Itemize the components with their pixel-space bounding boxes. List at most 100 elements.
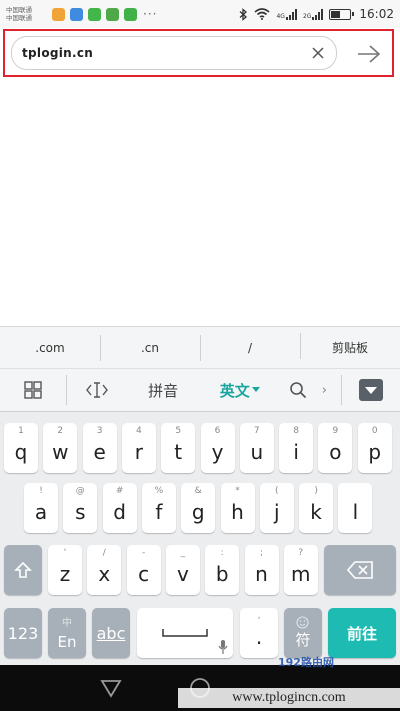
- key-n[interactable]: ; n: [244, 545, 279, 595]
- key-hint: 0: [371, 426, 378, 436]
- bluetooth-icon: [240, 7, 248, 21]
- key-hint: #: [115, 486, 124, 496]
- key-hint: 1: [18, 426, 24, 436]
- key-hint: _: [180, 548, 186, 558]
- key-q[interactable]: 1q: [4, 423, 38, 473]
- language-chinese-label: 中: [61, 618, 72, 629]
- key-label: s: [75, 500, 86, 524]
- key-hint: 3: [96, 426, 103, 436]
- key-i[interactable]: 8i: [279, 423, 314, 473]
- key-v[interactable]: _ v: [165, 545, 200, 595]
- go-key[interactable]: 前往: [328, 608, 396, 658]
- key-label: n: [255, 562, 268, 586]
- key-label: o: [329, 440, 342, 464]
- language-english-label: En: [57, 633, 77, 651]
- key-hint: ;: [259, 548, 264, 558]
- key-h[interactable]: * h: [220, 483, 255, 533]
- key-hint: 2: [57, 426, 64, 436]
- period-key[interactable]: ,.: [240, 608, 278, 658]
- key-e[interactable]: 3e: [82, 423, 117, 473]
- key-hint: ,: [257, 611, 261, 621]
- key-label: k: [310, 500, 322, 524]
- key-label: m: [291, 562, 311, 586]
- key-hint: 5: [175, 426, 182, 436]
- suggestion-slash[interactable]: /: [200, 334, 300, 361]
- key-hint: ): [314, 486, 318, 496]
- more-options-chevron-icon[interactable]: ›: [315, 368, 333, 412]
- signal-4g-label: 4G: [276, 12, 285, 20]
- key-g[interactable]: & g: [181, 483, 216, 533]
- key-hint: -: [141, 548, 146, 558]
- key-w[interactable]: 2w: [43, 423, 78, 473]
- key-hint: &: [194, 486, 202, 496]
- english-mode-button[interactable]: 英文: [200, 368, 280, 412]
- key-y[interactable]: 6y: [200, 423, 235, 473]
- key-hint: 9: [332, 426, 339, 436]
- keyboard-toolbar: 拼音 英文 ›: [0, 368, 400, 412]
- hide-keyboard-button[interactable]: [342, 368, 400, 412]
- url-input[interactable]: tplogin.cn: [11, 36, 337, 70]
- grid-icon: [24, 381, 42, 399]
- watermark-url: www.tplogincn.com: [178, 688, 400, 708]
- backspace-icon: [347, 561, 373, 579]
- key-label: .: [255, 625, 263, 649]
- key-hint: 6: [214, 426, 221, 436]
- suggestion-dotcom[interactable]: .com: [0, 341, 100, 355]
- back-triangle-icon: [100, 680, 122, 698]
- cursor-button[interactable]: [67, 368, 127, 412]
- browser-screen: 中国联通 中国联通 ··· 4G 2G 16:02 tplogin.cn .co…: [0, 0, 400, 711]
- space-key[interactable]: [137, 608, 233, 658]
- key-f[interactable]: % f: [141, 483, 176, 533]
- key-m[interactable]: ? m: [283, 545, 318, 595]
- key-label: g: [191, 500, 205, 524]
- soft-keyboard: .com .cn / 剪贴板 拼音 英文 › 1 q 2 w 3 e 4 r 5…: [0, 326, 400, 665]
- search-button[interactable]: [280, 368, 316, 412]
- key-z[interactable]: ' z: [48, 545, 82, 595]
- shift-icon: [14, 561, 32, 578]
- language-switch-key[interactable]: 中 En: [48, 608, 86, 658]
- pinyin-mode-button[interactable]: 拼音: [126, 368, 200, 412]
- key-u[interactable]: 7u: [239, 423, 274, 473]
- backspace-key[interactable]: [324, 545, 396, 595]
- hide-keyboard-icon: [359, 379, 384, 401]
- key-t[interactable]: 5t: [161, 423, 196, 473]
- key-s[interactable]: @ s: [63, 483, 98, 533]
- key-d[interactable]: # d: [102, 483, 137, 533]
- key-hint: :: [220, 548, 224, 558]
- key-label: r: [134, 440, 143, 464]
- symbols-key[interactable]: 符: [284, 608, 322, 658]
- key-label: i: [293, 440, 299, 464]
- key-b[interactable]: :b: [205, 545, 240, 595]
- suggestion-bar: .com .cn / 剪贴板: [0, 326, 400, 368]
- shift-key[interactable]: [4, 545, 42, 595]
- suggestion-dotcn[interactable]: .cn: [100, 334, 200, 361]
- key-a[interactable]: ! a: [24, 483, 58, 533]
- key-label: x: [98, 562, 111, 586]
- go-button[interactable]: [356, 42, 382, 66]
- key-l[interactable]: l: [338, 483, 373, 533]
- key-j[interactable]: (j: [259, 483, 294, 533]
- clear-url-button[interactable]: [308, 43, 328, 63]
- key-c[interactable]: -c: [126, 545, 161, 595]
- key-label: z: [59, 562, 71, 586]
- key-o[interactable]: 9o: [318, 423, 353, 473]
- numbers-key[interactable]: 123: [4, 608, 42, 658]
- key-k[interactable]: ) k: [299, 483, 334, 533]
- key-label: l: [352, 500, 359, 524]
- grid-menu-button[interactable]: [0, 368, 66, 412]
- signal-2g-label: 2G: [302, 12, 312, 20]
- key-x[interactable]: / x: [87, 545, 122, 595]
- key-r[interactable]: 4r: [121, 423, 156, 473]
- key-label: a: [34, 500, 48, 524]
- back-nav-button[interactable]: [98, 675, 124, 701]
- key-hint: @: [75, 486, 85, 496]
- key-hint: %: [154, 486, 164, 496]
- key-hint: /: [102, 548, 106, 558]
- app-notification-icon: [124, 7, 137, 21]
- clipboard-button[interactable]: 剪贴板: [300, 333, 400, 359]
- abc-key[interactable]: abc: [92, 608, 130, 658]
- url-text[interactable]: tplogin.cn: [22, 46, 93, 60]
- carrier-line: 中国联通: [6, 14, 32, 22]
- key-p[interactable]: 0p: [357, 423, 392, 473]
- key-label: h: [231, 500, 244, 524]
